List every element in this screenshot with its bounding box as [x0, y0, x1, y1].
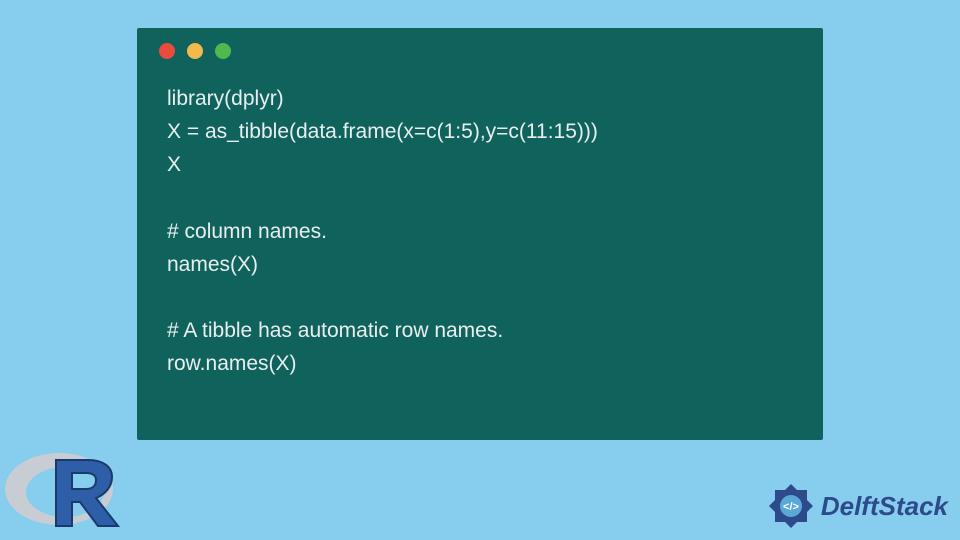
close-icon	[159, 43, 175, 59]
code-window: library(dplyr) X = as_tibble(data.frame(…	[137, 28, 823, 440]
delftstack-logo: </> DelftStack	[767, 482, 948, 530]
minimize-icon	[187, 43, 203, 59]
delftstack-brand-text: DelftStack	[821, 491, 948, 522]
maximize-icon	[215, 43, 231, 59]
code-content: library(dplyr) X = as_tibble(data.frame(…	[137, 74, 823, 401]
svg-text:</>: </>	[783, 501, 799, 513]
delftstack-badge-icon: </>	[767, 482, 815, 530]
r-language-logo-icon	[2, 442, 122, 532]
window-titlebar	[137, 28, 823, 74]
